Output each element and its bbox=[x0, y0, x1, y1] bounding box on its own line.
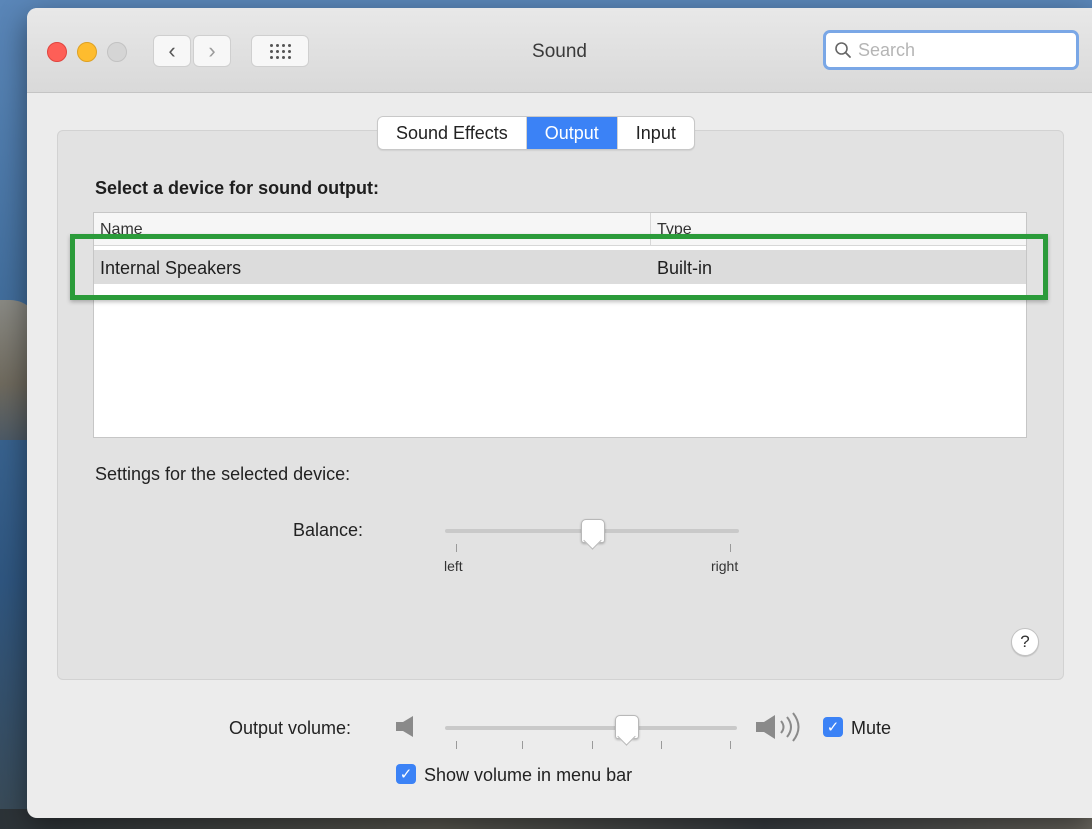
balance-left-label: left bbox=[444, 558, 463, 574]
show-volume-in-menu-bar-checkbox[interactable]: ✓ bbox=[396, 764, 416, 784]
volume-slider-track[interactable] bbox=[445, 726, 737, 730]
volume-tick bbox=[661, 741, 662, 749]
search-field[interactable] bbox=[823, 30, 1079, 70]
balance-label: Balance: bbox=[293, 520, 364, 540]
show-volume-in-menu-bar-label: Show volume in menu bar bbox=[424, 765, 633, 785]
mute-checkbox[interactable]: ✓ bbox=[823, 717, 843, 737]
device-settings-heading: Settings for the selected device: bbox=[95, 464, 351, 484]
sound-preferences-window: ‹ › Sound Sound Effects Output Input Sel… bbox=[27, 8, 1092, 818]
volume-tick bbox=[730, 741, 731, 749]
mute-label: Mute bbox=[851, 718, 892, 738]
checkmark-icon: ✓ bbox=[399, 766, 413, 783]
help-button[interactable]: ? bbox=[1011, 628, 1039, 656]
volume-tick bbox=[592, 741, 593, 749]
tab-bar: Sound Effects Output Input bbox=[377, 116, 695, 150]
selection-highlight-box bbox=[70, 234, 1048, 300]
tab-input[interactable]: Input bbox=[618, 117, 694, 149]
balance-tick-right bbox=[730, 544, 731, 552]
speaker-low-icon bbox=[396, 716, 413, 737]
title-bar: ‹ › Sound bbox=[27, 8, 1092, 93]
volume-slider-knob[interactable] bbox=[615, 715, 640, 739]
checkmark-icon: ✓ bbox=[826, 719, 840, 736]
search-input[interactable] bbox=[856, 38, 1060, 62]
balance-tick-left bbox=[456, 544, 457, 552]
balance-slider-knob[interactable] bbox=[581, 519, 605, 543]
volume-tick bbox=[522, 741, 523, 749]
balance-right-label: right bbox=[711, 558, 739, 574]
output-device-heading: Select a device for sound output: bbox=[95, 178, 380, 198]
tab-sound-effects[interactable]: Sound Effects bbox=[378, 117, 527, 149]
volume-tick bbox=[456, 741, 457, 749]
search-icon bbox=[835, 42, 851, 58]
tab-output[interactable]: Output bbox=[526, 117, 618, 149]
speaker-high-icon bbox=[756, 712, 800, 742]
output-volume-label: Output volume: bbox=[229, 718, 352, 738]
